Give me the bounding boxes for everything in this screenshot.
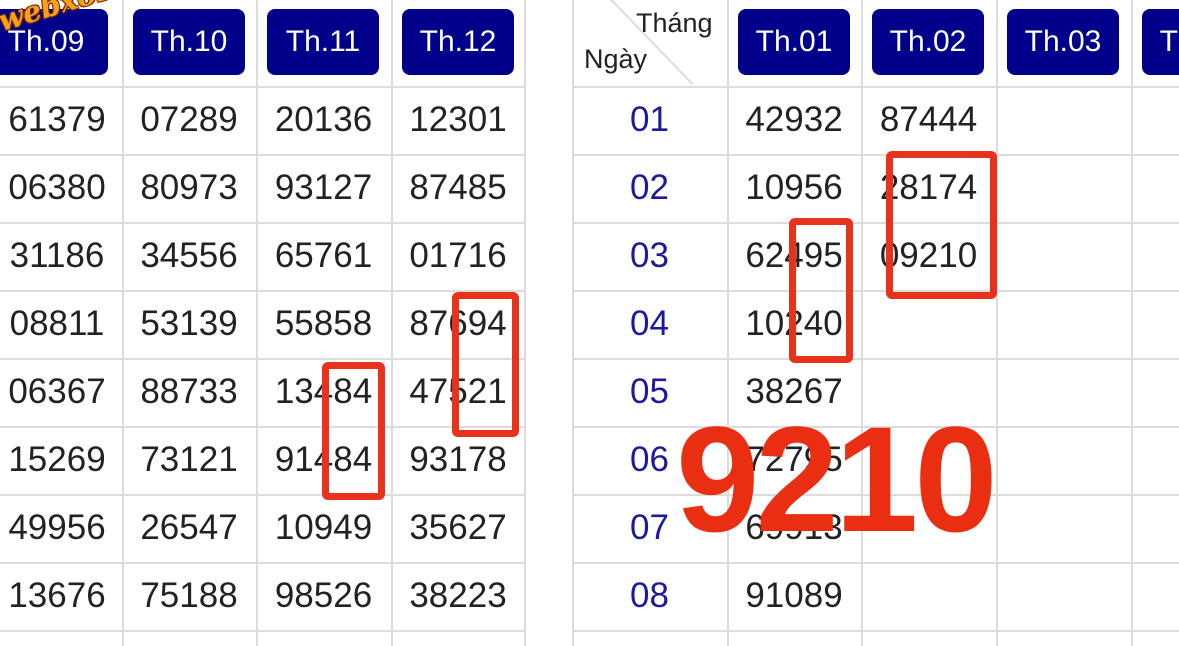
left-results-table: Th.09 Th.10 Th.11 Th.12 61379 07289 20136 12301… bbox=[0, 0, 526, 646]
day-cell: 01 bbox=[630, 100, 669, 139]
result-cell: 93127 bbox=[274, 168, 373, 207]
result-cell: 13676 bbox=[8, 576, 106, 615]
result-cell: 65761 bbox=[274, 236, 373, 275]
result-cell: 91089 bbox=[745, 576, 843, 615]
result-cell: 35627 bbox=[409, 508, 507, 547]
grid-line bbox=[996, 0, 998, 646]
month-header-button: Th.04 bbox=[1142, 9, 1179, 75]
result-cell: 38223 bbox=[409, 576, 507, 615]
grid-line bbox=[0, 630, 526, 632]
result-cell: 08811 bbox=[9, 304, 105, 343]
result-cell: 10956 bbox=[745, 168, 843, 207]
result-cell bbox=[861, 291, 996, 357]
result-cell: 87485 bbox=[409, 168, 507, 207]
grid-line bbox=[572, 630, 1179, 632]
result-cell: 88733 bbox=[140, 372, 238, 411]
day-cell: 03 bbox=[630, 236, 669, 275]
result-cell: 15269 bbox=[8, 440, 106, 479]
highlight-box bbox=[789, 218, 853, 363]
corner-label-day: Ngày bbox=[584, 44, 648, 74]
month-header-button: Th.02 bbox=[872, 9, 984, 75]
result-cell: 01716 bbox=[409, 236, 507, 275]
result-cell: 26547 bbox=[140, 508, 238, 547]
day-cell: 02 bbox=[630, 168, 669, 207]
month-header-button: Th.12 bbox=[402, 9, 514, 75]
day-cell: 08 bbox=[630, 576, 669, 615]
month-header-button: Th.01 bbox=[738, 9, 850, 75]
month-header-button: Th.03 bbox=[1007, 9, 1119, 75]
result-cell: 06367 bbox=[8, 372, 106, 411]
day-cell: 04 bbox=[630, 304, 669, 343]
result-cell: 55858 bbox=[274, 304, 373, 343]
result-cell: 12301 bbox=[409, 100, 507, 139]
result-cell: 34556 bbox=[140, 236, 238, 275]
result-cell: 06380 bbox=[8, 168, 106, 207]
grid-line bbox=[1131, 0, 1133, 646]
result-cell: 98526 bbox=[274, 576, 373, 615]
result-cell: 73121 bbox=[140, 440, 238, 479]
result-cell: 31186 bbox=[9, 236, 105, 275]
result-cell: 07289 bbox=[140, 100, 238, 139]
month-header-button: Th.11 bbox=[267, 9, 379, 75]
result-cell: 42932 bbox=[745, 100, 843, 139]
corner-label-month: Tháng bbox=[636, 8, 713, 38]
result-cell: 80973 bbox=[140, 168, 238, 207]
result-cell: 61379 bbox=[8, 100, 106, 139]
highlight-box bbox=[322, 362, 385, 500]
result-cell: 87444 bbox=[879, 100, 978, 139]
month-header-button: Th.10 bbox=[133, 9, 245, 75]
highlighted-number: 9210 bbox=[676, 395, 998, 563]
result-cell bbox=[861, 563, 996, 629]
result-cell: 10949 bbox=[274, 508, 373, 547]
highlight-box bbox=[452, 292, 519, 437]
result-cell: 53139 bbox=[140, 304, 238, 343]
result-cell: 20136 bbox=[274, 100, 373, 139]
result-cell: 75188 bbox=[140, 576, 238, 615]
highlight-box bbox=[886, 151, 997, 299]
result-cell: 49956 bbox=[8, 508, 106, 547]
